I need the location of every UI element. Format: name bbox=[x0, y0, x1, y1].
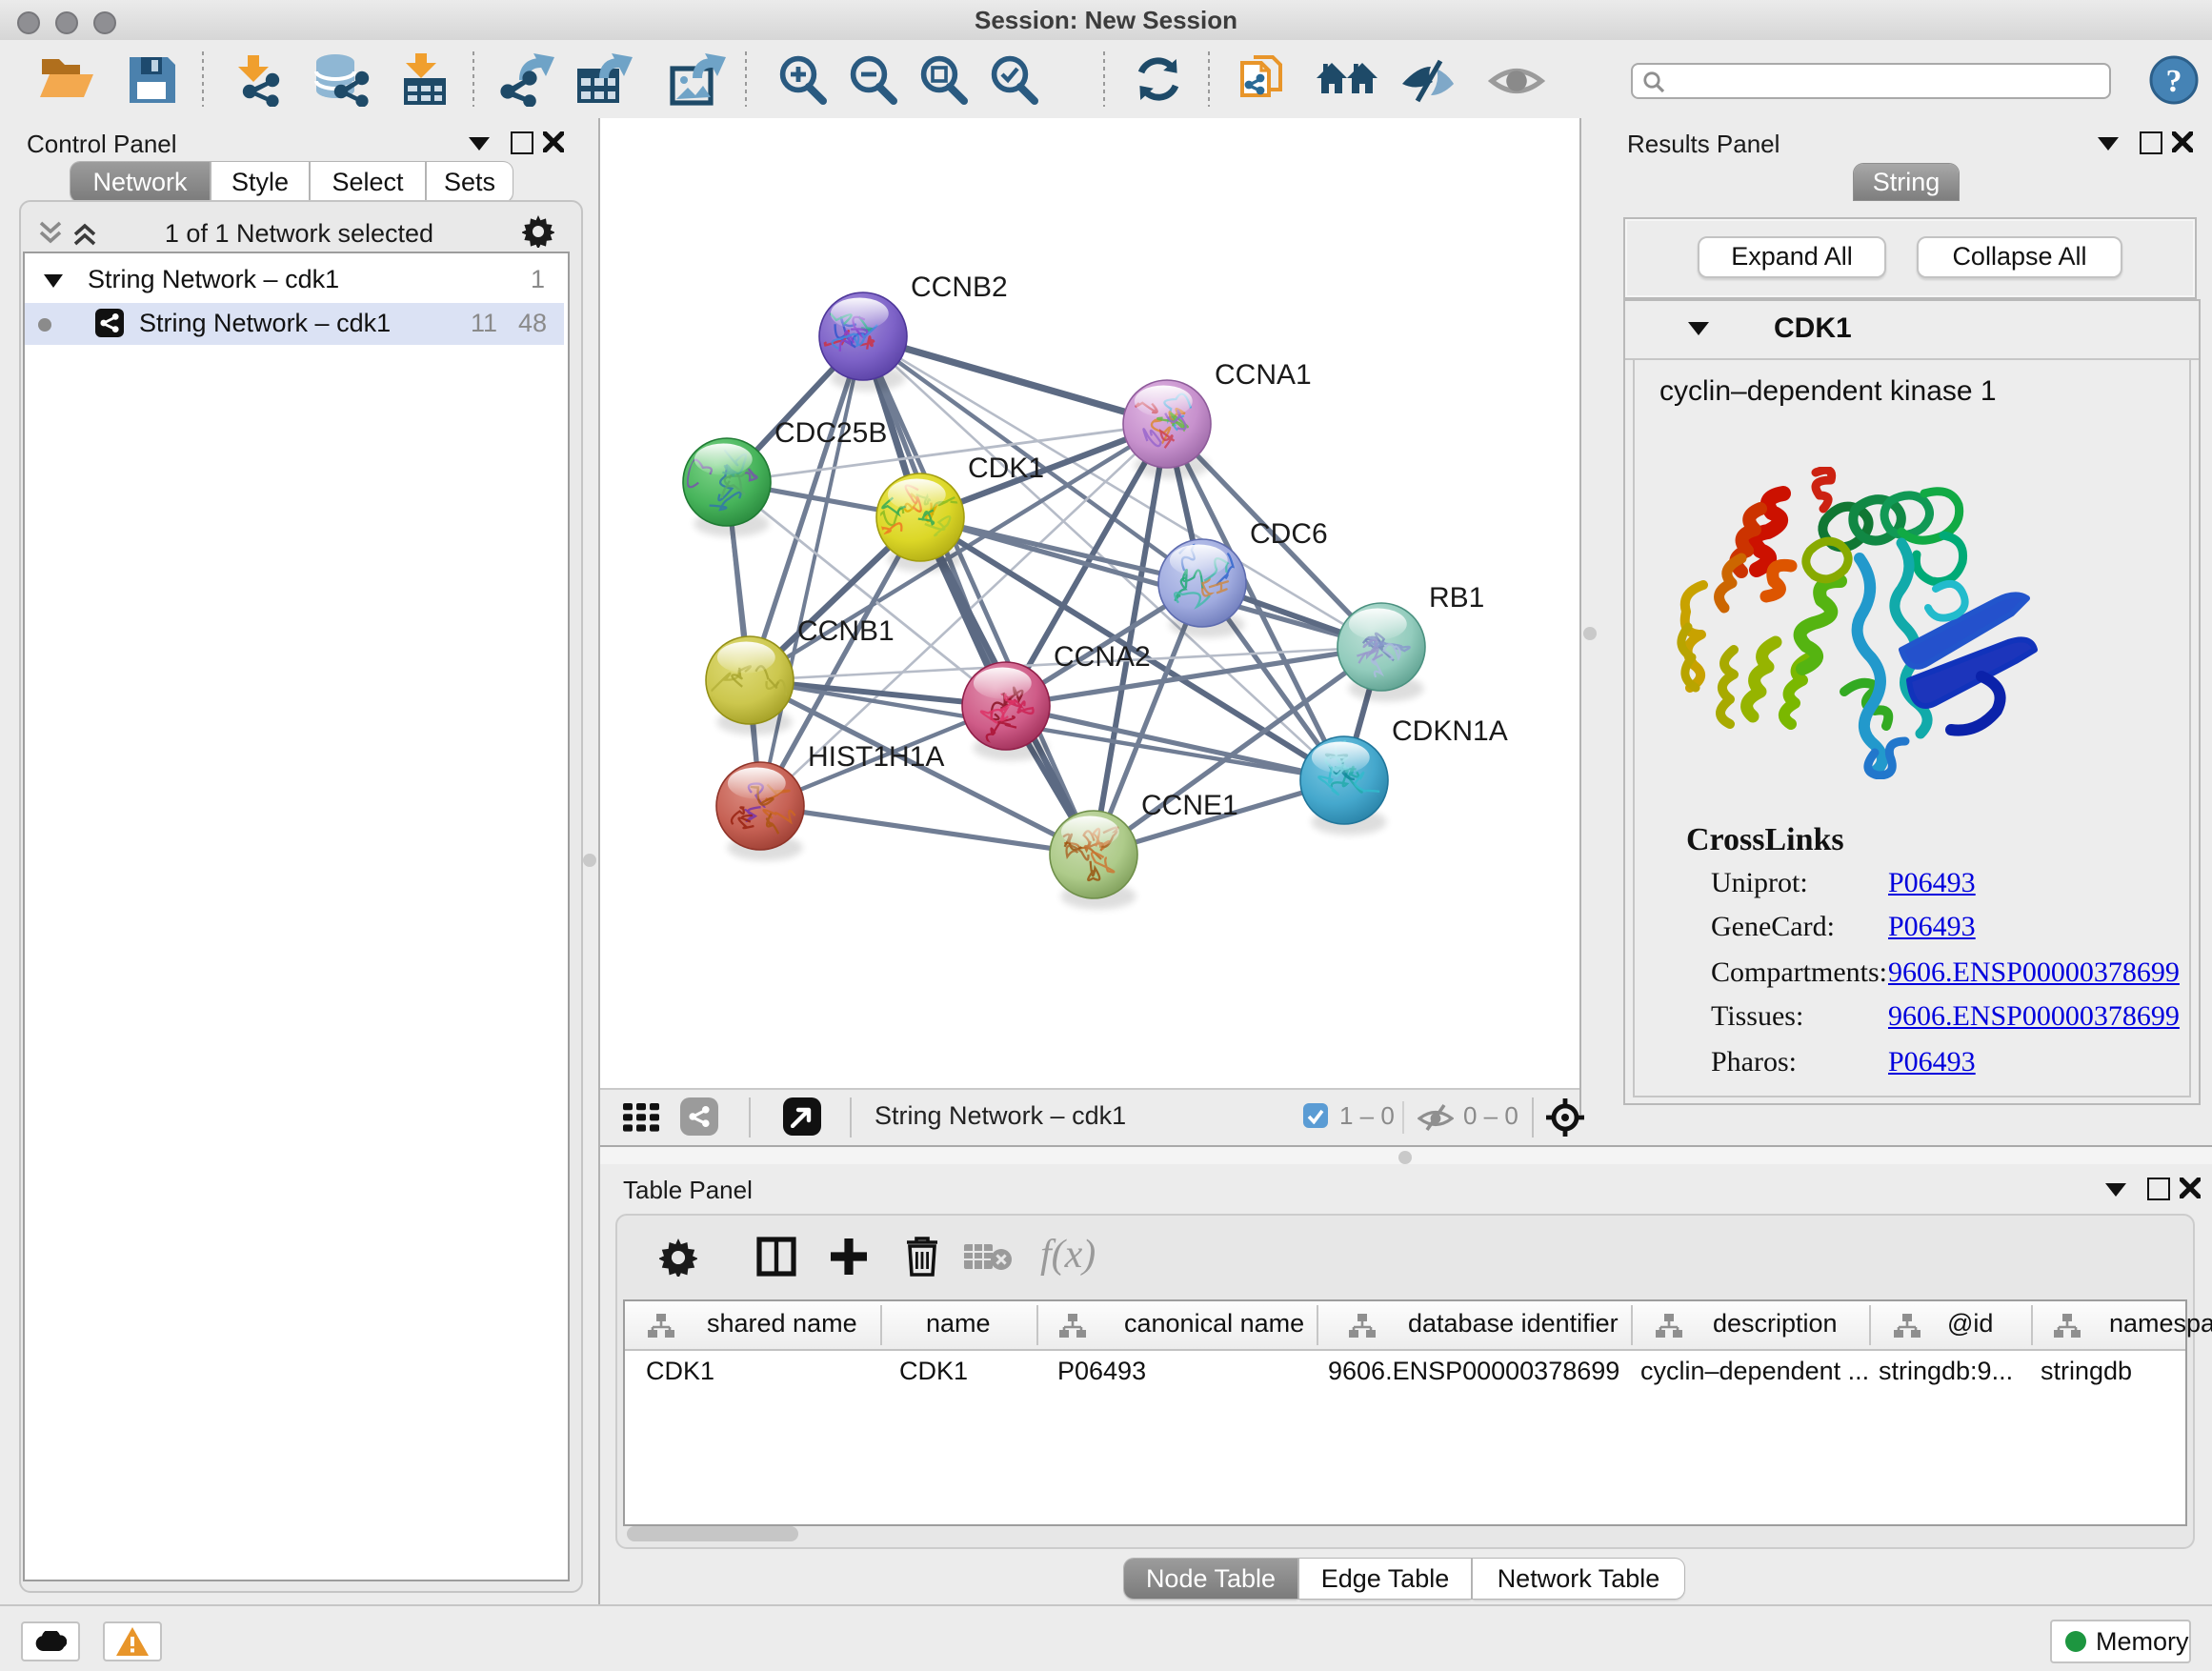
svg-text:CCNA1: CCNA1 bbox=[1215, 359, 1312, 391]
svg-text:RB1: RB1 bbox=[1429, 582, 1484, 614]
svg-text:CCNB2: CCNB2 bbox=[911, 272, 1008, 303]
svg-text:CDKN1A: CDKN1A bbox=[1392, 715, 1508, 747]
svg-text:CCNE1: CCNE1 bbox=[1141, 790, 1238, 821]
svg-text:CDK1: CDK1 bbox=[968, 453, 1044, 484]
svg-text:HIST1H1A: HIST1H1A bbox=[808, 741, 944, 773]
svg-text:CDC6: CDC6 bbox=[1250, 518, 1328, 550]
svg-text:?: ? bbox=[2166, 64, 2182, 99]
svg-text:CCNA2: CCNA2 bbox=[1054, 641, 1151, 673]
svg-text:CDC25B: CDC25B bbox=[774, 417, 887, 449]
svg-text:CCNB1: CCNB1 bbox=[797, 615, 895, 647]
